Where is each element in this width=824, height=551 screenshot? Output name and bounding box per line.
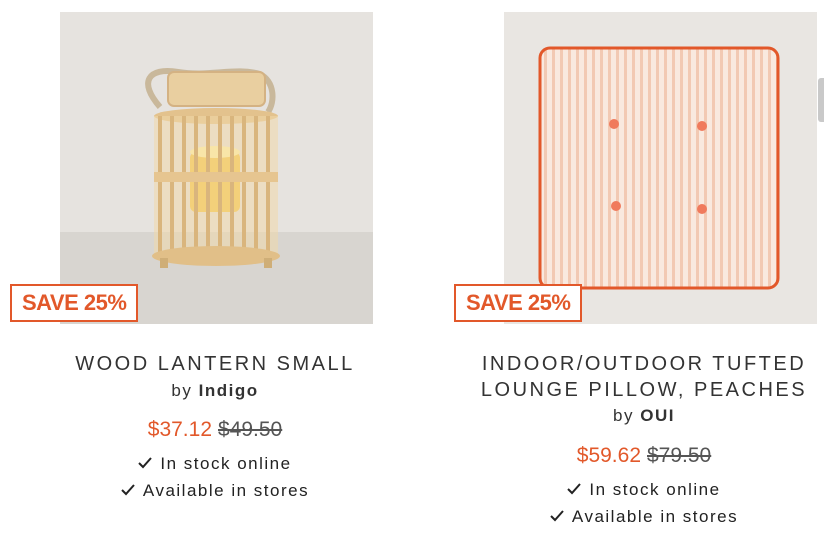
availability: In stock online Available in stores (0, 450, 430, 504)
availability-online: In stock online (444, 476, 824, 503)
sale-price: $59.62 (576, 444, 641, 467)
availability-stores-label: Available in stores (142, 481, 310, 500)
carousel-next-edge[interactable] (818, 78, 824, 122)
availability-stores-label: Available in stores (571, 507, 739, 526)
original-price: $49.50 (218, 418, 283, 441)
product-image[interactable] (504, 12, 817, 324)
product-title-line: LOUNGE PILLOW, PEACHES (480, 379, 808, 401)
check-icon (567, 483, 582, 495)
product-title[interactable]: WOOD LANTERN SMALL (0, 351, 430, 377)
sale-price: $37.12 (147, 418, 212, 441)
availability: In stock online Available in stores (444, 476, 824, 530)
brand-prefix: by (613, 406, 634, 425)
availability-stores: Available in stores (444, 503, 824, 530)
availability-online: In stock online (0, 450, 430, 477)
lantern-illustration (60, 12, 373, 324)
check-icon (138, 457, 153, 469)
product-price: $59.62 $79.50 (444, 444, 824, 468)
product-title-line: INDOOR/OUTDOOR TUFTED (481, 353, 807, 375)
brand-prefix: by (171, 381, 193, 400)
brand-name[interactable]: OUI (640, 406, 675, 425)
pillow-illustration (504, 12, 817, 324)
check-icon (121, 484, 135, 496)
product-price: $37.12 $49.50 (0, 418, 430, 442)
availability-online-label: In stock online (160, 454, 292, 473)
product-image[interactable] (60, 12, 373, 324)
save-badge: SAVE 25% (10, 284, 139, 322)
product-title-line: WOOD LANTERN SMALL (75, 353, 355, 375)
availability-online-label: In stock online (589, 480, 721, 499)
product-title[interactable]: INDOOR/OUTDOOR TUFTED LOUNGE PILLOW, PEA… (444, 351, 824, 403)
availability-stores: Available in stores (0, 477, 430, 504)
brand-name[interactable]: Indigo (199, 381, 259, 400)
original-price: $79.50 (647, 444, 712, 467)
product-brand: by OUI (444, 406, 824, 426)
check-icon (550, 510, 564, 522)
save-badge: SAVE 25% (454, 284, 583, 322)
product-brand: by Indigo (0, 381, 430, 401)
